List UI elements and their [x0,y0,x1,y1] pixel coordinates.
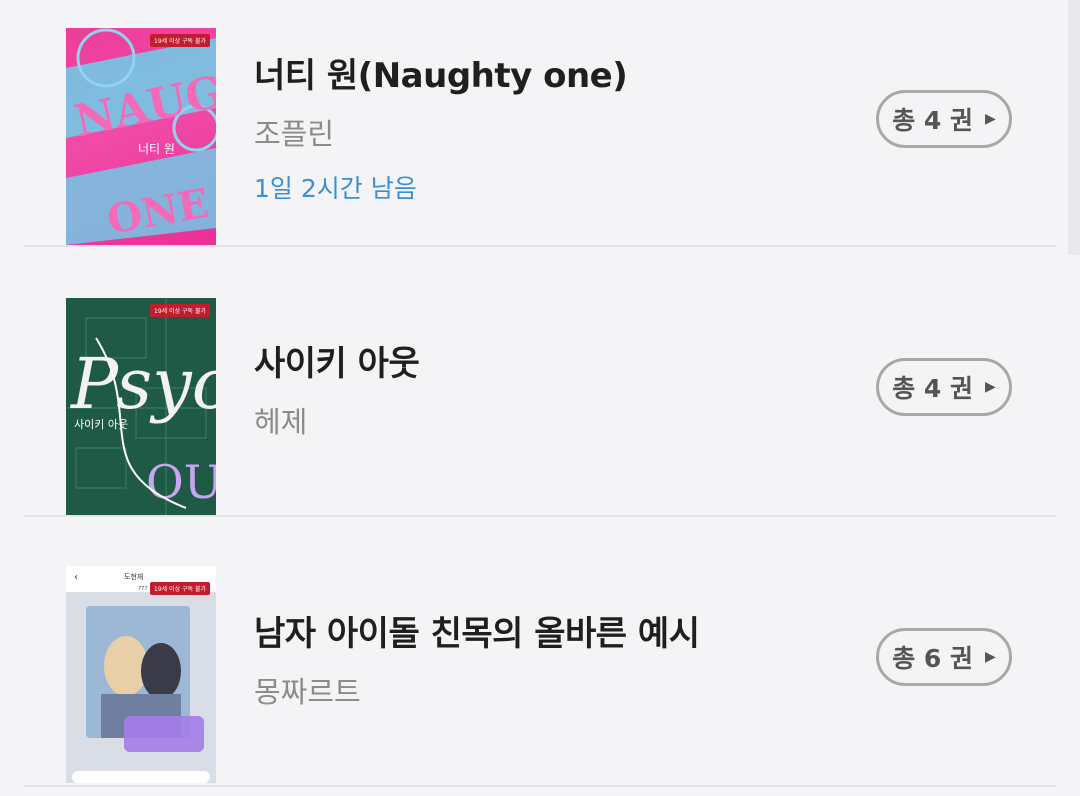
triangle-right-icon: ▶ [985,649,996,665]
list-item[interactable]: NAUGHTY ONE 너티 원 19세 이상 구독 불가 너티 원(Naugh… [24,0,1056,247]
volumes-button[interactable]: 총 6 권 ▶ [876,628,1012,686]
book-cover[interactable]: NAUGHTY ONE 너티 원 19세 이상 구독 불가 [66,28,216,245]
book-author: 헤제 [254,405,308,439]
book-title[interactable]: 남자 아이돌 친목의 올바른 예시 [254,606,700,655]
scrollbar[interactable] [1068,0,1080,255]
list-item[interactable]: ‹ 도현재 777 19세 이상 구독 불가 남자 아이돌 친목의 올바른 예시… [24,540,1056,787]
svg-text:‹: ‹ [74,572,78,583]
divider [24,515,1056,517]
volumes-label: 총 4 권 [892,374,974,403]
age-badge: 19세 이상 구독 불가 [150,582,210,595]
triangle-right-icon: ▶ [985,379,996,395]
list-item[interactable]: Psych OUT 사이키 아웃 19세 이상 구독 불가 사이키 아웃 헤제 … [24,270,1056,517]
cover-title-text: Psych [69,343,216,425]
volumes-button[interactable]: 총 4 권 ▶ [876,358,1012,416]
book-author: 조플린 [254,117,335,151]
book-info: 남자 아이돌 친목의 올바른 예시 몽짜르트 [254,606,700,711]
age-badge: 19세 이상 구독 불가 [150,304,210,317]
book-title[interactable]: 너티 원(Naughty one) [254,48,628,97]
book-title[interactable]: 사이키 아웃 [254,336,420,385]
triangle-right-icon: ▶ [985,111,996,127]
volumes-label: 총 6 권 [892,644,974,673]
divider [24,785,1056,787]
cover-chat-name: 도현재 [124,573,143,581]
book-info: 너티 원(Naughty one) 조플린 1일 2시간 남음 [254,48,628,205]
volumes-button[interactable]: 총 4 권 ▶ [876,90,1012,148]
book-author: 몽짜르트 [254,675,361,709]
cover-title-text-2: OUT [146,455,216,509]
book-info: 사이키 아웃 헤제 [254,336,420,441]
cover-korean-title: 너티 원 [138,142,175,156]
volumes-label: 총 4 권 [892,106,974,135]
cover-chat-count: 777 [138,586,148,592]
book-cover[interactable]: Psych OUT 사이키 아웃 19세 이상 구독 불가 [66,298,216,515]
cover-art: NAUGHTY ONE 너티 원 [66,28,216,245]
divider [24,245,1056,247]
cover-art: ‹ 도현재 777 [66,566,216,783]
age-badge: 19세 이상 구독 불가 [150,34,210,47]
time-remaining: 1일 2시간 남음 [254,174,417,203]
book-cover[interactable]: ‹ 도현재 777 19세 이상 구독 불가 [66,566,216,783]
cover-art: Psych OUT 사이키 아웃 [66,298,216,515]
